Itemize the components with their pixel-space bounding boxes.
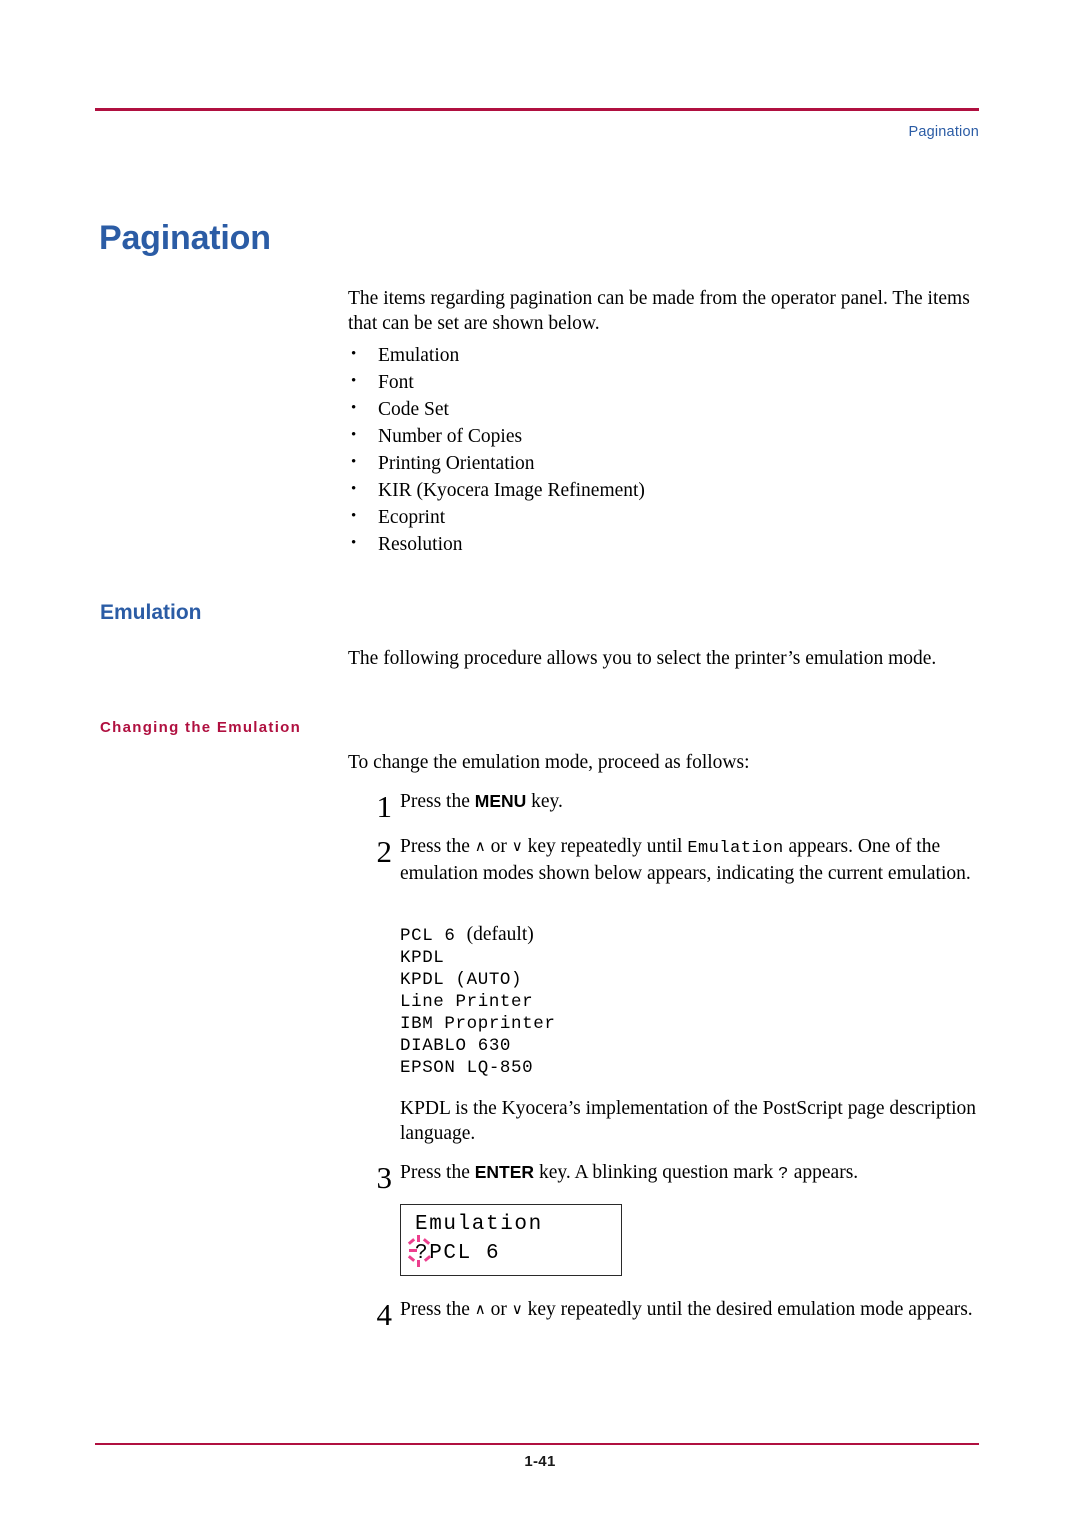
enter-key-label: ENTER — [474, 1162, 535, 1182]
step-text-or: or — [485, 836, 512, 857]
down-arrow-icon: ∨ — [511, 1301, 523, 1318]
list-item: Number of Copies — [348, 422, 980, 450]
emulation-term: Emulation — [687, 839, 784, 858]
default-note: (default) — [466, 924, 534, 945]
menu-key-label: MENU — [474, 791, 527, 811]
emulation-mode-item: KPDL (AUTO) — [400, 970, 523, 990]
step-text: Press the ∧ or ∨ key repeatedly until Em… — [400, 834, 980, 886]
footer-rule — [95, 1443, 979, 1445]
step-text-after: appears. — [788, 1162, 859, 1183]
settable-items-list: Emulation Font Code Set Number of Copies… — [348, 341, 980, 558]
step-text-after: key repeatedly until the desired emulati… — [522, 1299, 973, 1320]
list-item: Ecoprint — [348, 503, 980, 531]
step-4: 4 Press the ∧ or ∨ key repeatedly until … — [348, 1297, 980, 1332]
step-text-mid: key. A blinking question mark — [534, 1162, 779, 1183]
step-2: 2 Press the ∧ or ∨ key repeatedly until … — [348, 834, 980, 886]
intro-paragraph: The items regarding pagination can be ma… — [348, 288, 970, 334]
document-page: Pagination Pagination The items regardin… — [0, 0, 1080, 1528]
changing-intro-paragraph: To change the emulation mode, proceed as… — [348, 752, 750, 773]
step-text-before: Press the — [400, 1162, 475, 1183]
step-text-before: Press the — [400, 836, 475, 857]
lcd-display-panel: Emulation ?PCL 6 — [400, 1204, 622, 1276]
step-1: 1 Press the MENU key. — [348, 789, 980, 824]
emulation-mode-item: KPDL — [400, 948, 445, 968]
step-number: 1 — [376, 789, 393, 824]
list-item: Code Set — [348, 395, 980, 423]
page-number: 1-41 — [524, 1453, 556, 1470]
list-item: Printing Orientation — [348, 449, 980, 477]
step-text: Press the MENU key. — [400, 789, 980, 814]
list-item: Font — [348, 368, 980, 396]
emulation-mode-item: Line Printer — [400, 992, 534, 1012]
header-rule — [95, 108, 979, 111]
question-mark-term: ? — [778, 1165, 789, 1184]
emulation-mode-item: IBM Proprinter — [400, 1014, 556, 1034]
section-heading-emulation: Emulation — [100, 601, 202, 624]
emulation-modes-list: PCL 6 (default) KPDL KPDL (AUTO) Line Pr… — [400, 924, 555, 1079]
step-text-after: key. — [526, 791, 563, 812]
step-text: Press the ∧ or ∨ key repeatedly until th… — [400, 1297, 980, 1323]
lcd-line-1: Emulation — [415, 1213, 543, 1236]
emulation-mode-item: PCL 6 (default) — [400, 924, 555, 947]
list-item: KIR (Kyocera Image Refinement) — [348, 476, 980, 504]
step-number: 2 — [376, 834, 393, 869]
running-head: Pagination — [908, 124, 979, 140]
step-3: 3 Press the ENTER key. A blinking questi… — [348, 1160, 980, 1195]
step-number: 4 — [376, 1297, 393, 1332]
kpdl-note-paragraph: KPDL is the Kyocera’s implementation of … — [400, 1098, 977, 1144]
up-arrow-icon: ∧ — [474, 838, 486, 855]
emulation-mode-item: EPSON LQ-850 — [400, 1058, 534, 1078]
emulation-mode-item: DIABLO 630 — [400, 1036, 512, 1056]
lcd-line-2: ?PCL 6 — [415, 1242, 501, 1265]
down-arrow-icon: ∨ — [511, 838, 523, 855]
step-text-before: Press the — [400, 791, 475, 812]
step-text-mid: key repeatedly until — [522, 836, 688, 857]
emulation-intro-paragraph: The following procedure allows you to se… — [348, 648, 937, 669]
emulation-mode-name: PCL 6 — [400, 926, 456, 946]
list-item: Resolution — [348, 530, 980, 558]
up-arrow-icon: ∧ — [474, 1301, 486, 1318]
subsection-heading-changing-emulation: Changing the Emulation — [100, 719, 302, 736]
step-number: 3 — [376, 1160, 393, 1195]
step-text: Press the ENTER key. A blinking question… — [400, 1160, 980, 1187]
step-text-before: Press the — [400, 1299, 475, 1320]
list-item: Emulation — [348, 341, 980, 369]
step-text-or: or — [485, 1299, 512, 1320]
page-title: Pagination — [99, 219, 271, 257]
